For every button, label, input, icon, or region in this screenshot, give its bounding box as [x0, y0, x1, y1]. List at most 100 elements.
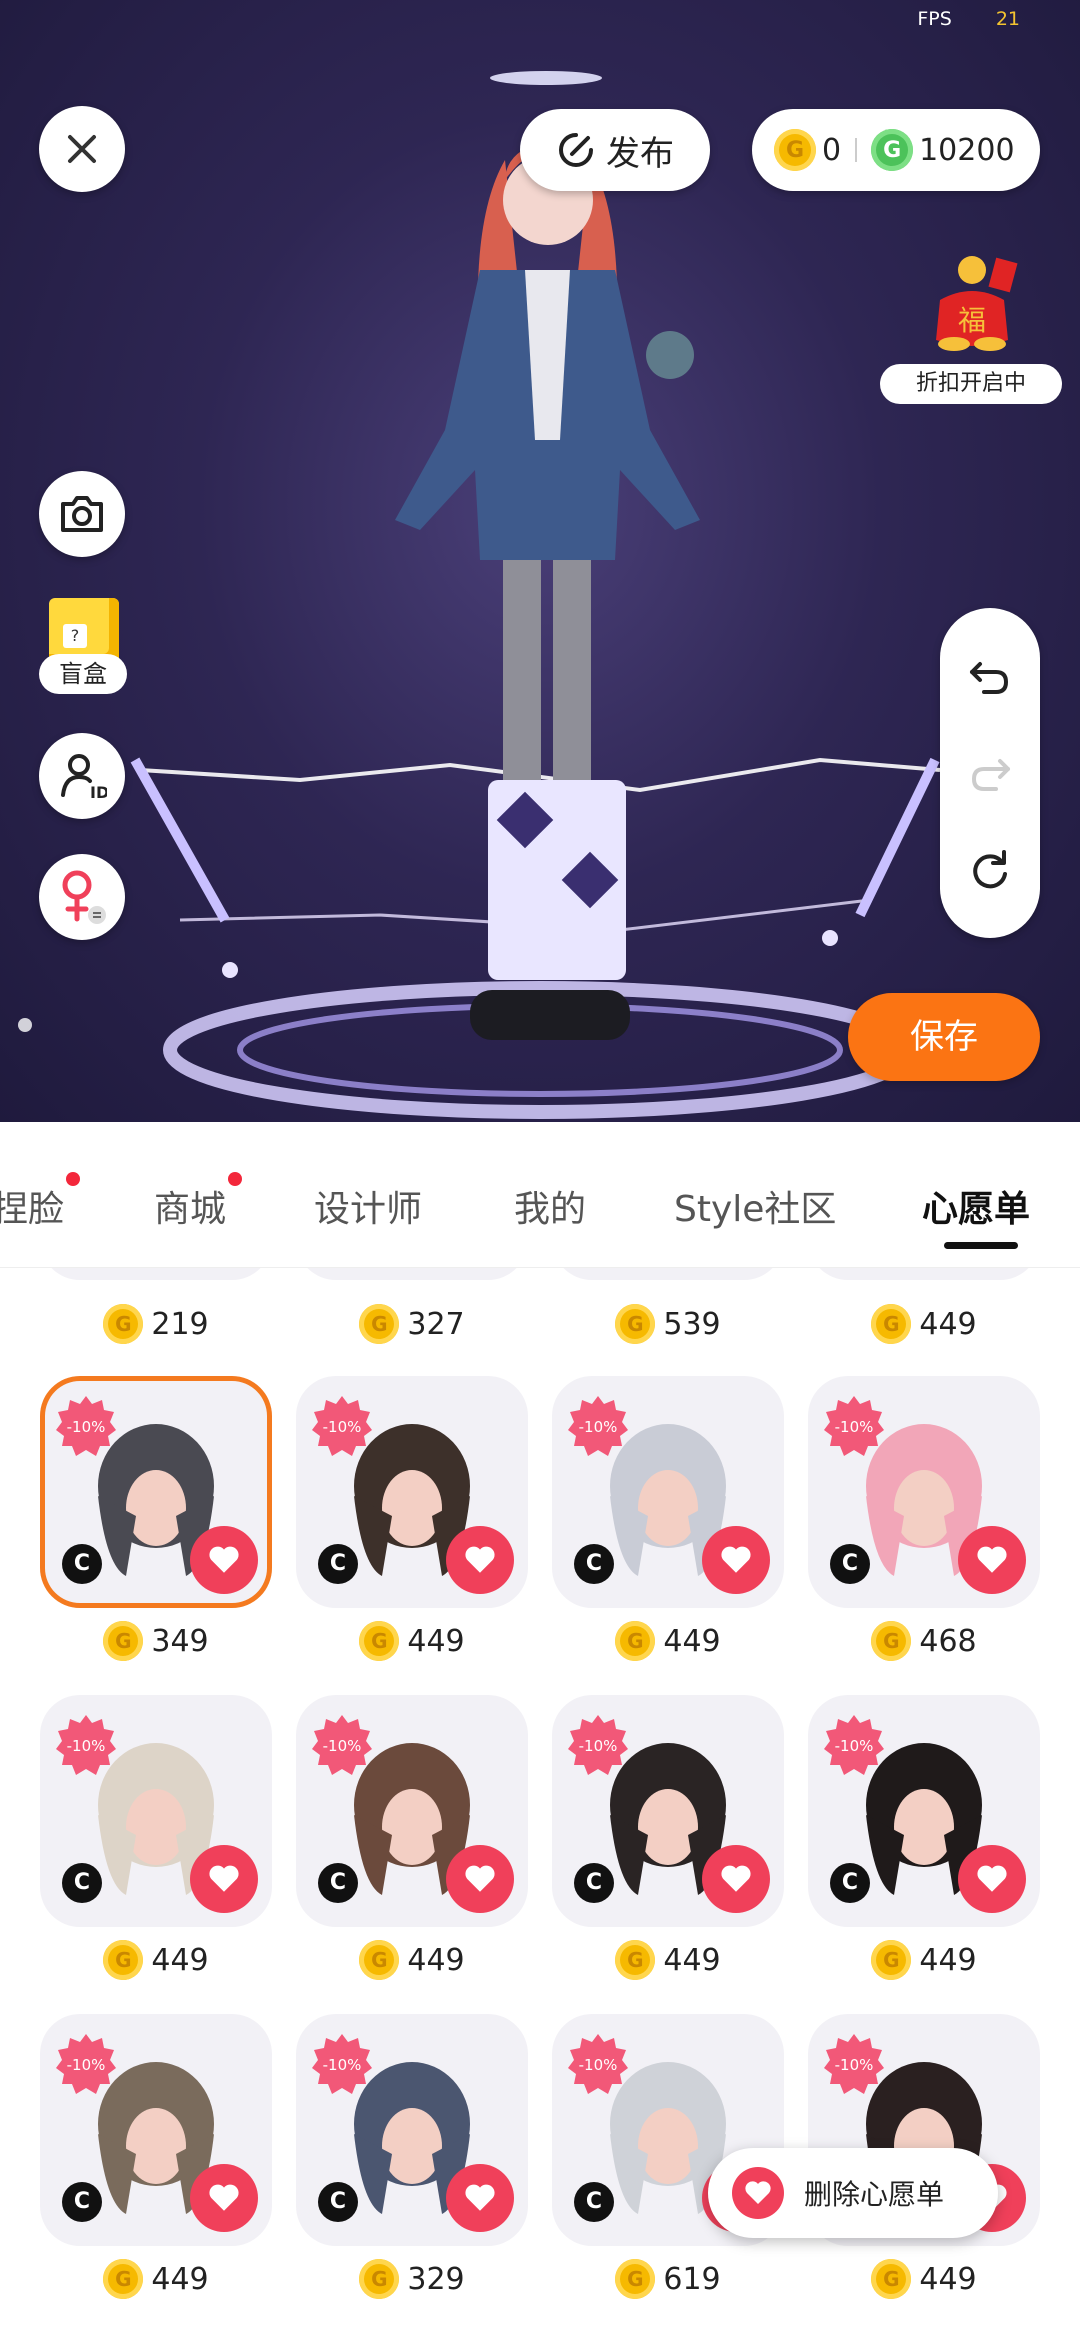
- tab-label: 我的: [514, 1189, 587, 1230]
- creator-icon: C: [318, 1544, 358, 1584]
- favorite-heart-button[interactable]: [190, 2164, 258, 2232]
- creator-icon: C: [318, 2182, 358, 2222]
- wishlist-item-card[interactable]: -10%C: [40, 2014, 272, 2246]
- creator-icon: C: [62, 1544, 102, 1584]
- item-price: G 449: [552, 1940, 784, 1980]
- camera-button[interactable]: [39, 471, 125, 557]
- wishlist-item-card[interactable]: -10%C: [296, 1376, 528, 1608]
- item-card-partial[interactable]: [296, 1268, 528, 1280]
- item-price: G 449: [40, 2259, 272, 2299]
- price-value: 219: [151, 1306, 209, 1342]
- wishlist-item-card[interactable]: -10%C: [552, 1695, 784, 1927]
- avatar-viewport[interactable]: FPS 21 发布 G 0 G 10200 福 折扣开启中 ? 盲盒 ID 保存: [0, 0, 1080, 1122]
- price-value: 468: [919, 1623, 977, 1659]
- fps-label: FPS: [917, 8, 952, 30]
- tab-style-community[interactable]: Style社区: [674, 1180, 836, 1232]
- category-tabs: 捏脸 商城 设计师 我的 Style社区 心愿单: [0, 1122, 1080, 1268]
- creator-icon: C: [574, 2182, 614, 2222]
- price-value: 449: [151, 2261, 209, 2297]
- wishlist-item-card[interactable]: -10%C: [40, 1376, 272, 1608]
- favorite-heart-button[interactable]: [958, 1845, 1026, 1913]
- history-controls: [940, 608, 1040, 938]
- gold-coin-icon: G: [774, 129, 816, 171]
- wishlist-item-card[interactable]: -10%C: [296, 1695, 528, 1927]
- camera-icon: [61, 496, 103, 532]
- tab-designer[interactable]: 设计师: [314, 1180, 422, 1232]
- wishlist-item-card[interactable]: -10%C: [40, 1695, 272, 1927]
- redo-icon[interactable]: [968, 751, 1012, 795]
- wishlist-item-card[interactable]: -10%C: [808, 1376, 1040, 1608]
- currency-balance[interactable]: G 0 G 10200: [752, 109, 1040, 191]
- publish-button[interactable]: 发布: [520, 109, 710, 191]
- wishlist-item-card[interactable]: -10%C: [296, 2014, 528, 2246]
- price-value: 449: [919, 1306, 977, 1342]
- favorite-heart-button[interactable]: [958, 1526, 1026, 1594]
- gold-coin-icon: G: [871, 1940, 912, 1980]
- creator-icon: C: [830, 1863, 870, 1903]
- item-price: G 449: [552, 1621, 784, 1661]
- item-price: G 327: [296, 1304, 528, 1344]
- notification-dot: [66, 1172, 81, 1186]
- lucky-bag-glyph: 福: [958, 304, 986, 337]
- tab-shop[interactable]: 商城: [154, 1172, 243, 1232]
- close-button[interactable]: [39, 106, 125, 192]
- notification-dot: [228, 1172, 243, 1186]
- wishlist-item-card[interactable]: -10%C: [552, 1376, 784, 1608]
- wishlist-grid[interactable]: G 219 G 327 G 539 G 449 -10% C G 349 -10% C G 449 -1…: [0, 1268, 1080, 2340]
- female-gender-icon: [62, 870, 106, 924]
- discount-promo-label: 折扣开启中: [880, 364, 1062, 404]
- publish-icon: [559, 133, 593, 167]
- item-price: G 468: [808, 1621, 1040, 1661]
- tab-label: 心愿单: [922, 1189, 1031, 1230]
- undo-icon[interactable]: [968, 654, 1012, 698]
- svg-text:ID: ID: [90, 783, 107, 801]
- creator-icon: C: [574, 1544, 614, 1584]
- reset-icon[interactable]: [968, 848, 1012, 892]
- favorite-heart-button[interactable]: [446, 1526, 514, 1594]
- price-value: 619: [663, 2261, 721, 2297]
- creator-icon: C: [62, 1863, 102, 1903]
- fps-counter: FPS 21: [917, 8, 1020, 30]
- tab-label: 设计师: [314, 1189, 423, 1230]
- item-card-partial[interactable]: [552, 1268, 784, 1280]
- gold-coin-icon: G: [359, 1304, 400, 1344]
- delete-wishlist-button[interactable]: 删除心愿单: [708, 2148, 998, 2238]
- favorite-heart-button[interactable]: [446, 1845, 514, 1913]
- price-value: 449: [663, 1942, 721, 1978]
- item-card-partial[interactable]: [40, 1268, 272, 1280]
- green-coin-value: 10200: [919, 132, 1015, 168]
- favorite-heart-button[interactable]: [446, 2164, 514, 2232]
- tab-mine[interactable]: 我的: [514, 1180, 586, 1232]
- creator-icon: C: [318, 1863, 358, 1903]
- blind-box-button[interactable]: ? 盲盒: [39, 598, 129, 698]
- tab-label: Style社区: [674, 1189, 837, 1230]
- lucky-bag-icon: 福: [936, 256, 1018, 351]
- avatar-id-button[interactable]: ID: [39, 733, 125, 819]
- gold-coin-icon: G: [615, 1304, 656, 1344]
- item-price: G 449: [40, 1940, 272, 1980]
- discount-promo-button[interactable]: 福 折扣开启中: [880, 240, 1062, 404]
- item-price: G 539: [552, 1304, 784, 1344]
- gold-coin-icon: G: [103, 2259, 144, 2299]
- active-tab-indicator: [944, 1242, 1018, 1249]
- favorite-heart-button[interactable]: [702, 1526, 770, 1594]
- divider: [855, 138, 858, 162]
- favorite-heart-button[interactable]: [702, 1845, 770, 1913]
- price-value: 329: [407, 2261, 465, 2297]
- gender-switch-button[interactable]: [39, 854, 125, 940]
- wishlist-item-card[interactable]: -10%C: [808, 1695, 1040, 1927]
- price-value: 349: [151, 1623, 209, 1659]
- favorite-heart-button[interactable]: [190, 1845, 258, 1913]
- item-card-partial[interactable]: [808, 1268, 1040, 1280]
- gold-coin-icon: G: [103, 1621, 144, 1661]
- creator-icon: C: [574, 1863, 614, 1903]
- delete-wishlist-label: 删除心愿单: [804, 2178, 945, 2211]
- save-button[interactable]: 保存: [848, 993, 1040, 1081]
- tab-face[interactable]: 捏脸: [0, 1172, 81, 1232]
- gold-coin-icon: G: [871, 2259, 912, 2299]
- gold-coin-icon: G: [871, 1304, 912, 1344]
- favorite-heart-button[interactable]: [190, 1526, 258, 1594]
- item-price: G 449: [296, 1940, 528, 1980]
- tab-wishlist[interactable]: 心愿单: [922, 1180, 1030, 1232]
- item-price: G 449: [808, 1940, 1040, 1980]
